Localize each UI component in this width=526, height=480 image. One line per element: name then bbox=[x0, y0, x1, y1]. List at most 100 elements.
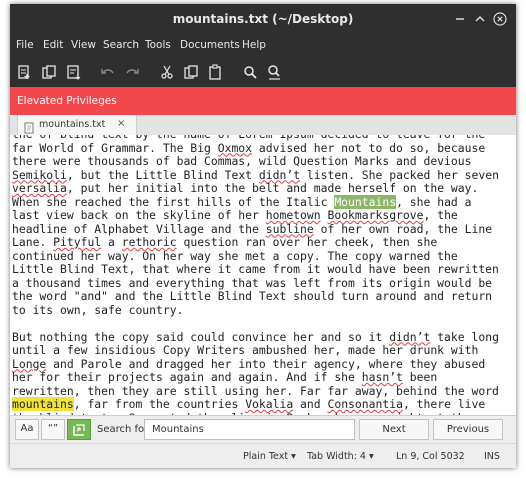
text-line: versalia, put her initial into the belt … bbox=[12, 181, 502, 196]
misspelled-word: Longe bbox=[12, 356, 47, 371]
title-bar[interactable]: mountains.txt (~/Desktop) bbox=[10, 4, 516, 35]
cursor-position: Ln 9, Col 5032 bbox=[396, 451, 465, 462]
text-line: until a few insidious Copy Writers ambus… bbox=[12, 343, 502, 358]
tab-width-label: Tab Width: 4 bbox=[307, 451, 366, 462]
tab-mountains[interactable]: mountains.txt × bbox=[17, 115, 137, 135]
text-segment: , there live bbox=[402, 397, 486, 411]
text-segment: and bbox=[293, 397, 328, 411]
text-line: continued her way. On her way she met a … bbox=[12, 248, 502, 264]
text-line: Longe and Parole and dragged her into th… bbox=[12, 356, 502, 372]
text-line: her for their projects again and again. … bbox=[12, 370, 502, 385]
misspelled-word: hometown bbox=[265, 208, 321, 222]
editor-content[interactable]: the of blind text by the name of Lorem I… bbox=[12, 135, 502, 415]
text-segment: last view back on the skyline of her bbox=[12, 208, 266, 222]
text-segment: , far from the countries bbox=[73, 397, 246, 411]
text-segment: and Parole and dragged her into their ag… bbox=[46, 356, 486, 371]
save-icon[interactable] bbox=[65, 63, 83, 81]
elevated-privileges-banner: Elevated Privileges bbox=[10, 87, 516, 115]
search-input[interactable]: Mountains bbox=[144, 419, 483, 440]
whole-word-button[interactable]: “” bbox=[41, 419, 65, 440]
menu-help[interactable]: Help bbox=[242, 39, 266, 51]
text-segment: take long bbox=[430, 329, 499, 344]
text-editor[interactable]: the of blind text by the name of Lorem I… bbox=[10, 135, 516, 415]
maximize-icon[interactable] bbox=[473, 12, 487, 26]
text-line: rewritten, then they are still using her… bbox=[12, 383, 502, 399]
text-line: the word "and" and the Little Blind Text… bbox=[12, 289, 502, 304]
text-line: far World of Grammar. The Big Oxmox advi… bbox=[12, 140, 502, 156]
text-segment: When she reached the first hills of the … bbox=[12, 194, 335, 209]
menu-tools[interactable]: Tools bbox=[145, 39, 171, 51]
misspelled-word: rethoric bbox=[121, 235, 177, 249]
previous-button[interactable]: Previous bbox=[433, 419, 503, 440]
new-document-icon[interactable] bbox=[15, 63, 33, 81]
menu-file[interactable]: File bbox=[16, 39, 34, 51]
toolbar bbox=[10, 57, 516, 87]
text-line: Semikoli, but the Little Blind Text didn… bbox=[12, 167, 502, 183]
text-segment: her for their projects again and again. … bbox=[12, 370, 362, 384]
text-segment: been bbox=[402, 370, 438, 384]
menu-edit[interactable]: Edit bbox=[43, 39, 63, 51]
tab-close-icon[interactable]: × bbox=[117, 118, 125, 129]
copy-icon[interactable] bbox=[182, 63, 200, 81]
text-line bbox=[12, 317, 502, 331]
status-bar: Plain Text ▾ Tab Width: 4 ▾ Ln 9, Col 50… bbox=[10, 443, 516, 468]
menu-search[interactable]: Search bbox=[103, 39, 139, 51]
misspelled-word: Vokalia bbox=[245, 397, 294, 411]
find-icon[interactable] bbox=[241, 63, 259, 81]
text-line: Lane. Pityful a rethoric question ran ov… bbox=[12, 235, 502, 250]
text-segment: until a few insidious Copy Writers ambus… bbox=[12, 343, 479, 357]
text-line: But nothing the copy said could convince… bbox=[12, 329, 502, 345]
text-line: When she reached the first hills of the … bbox=[12, 194, 502, 210]
misspelled-word: versalia bbox=[12, 181, 67, 195]
text-segment: a bbox=[101, 235, 122, 249]
banner-text: Elevated Privileges bbox=[17, 95, 117, 107]
cut-icon[interactable] bbox=[158, 63, 176, 81]
menu-view[interactable]: View bbox=[71, 39, 96, 51]
search-input-value: Mountains bbox=[152, 424, 204, 435]
insert-mode-indicator[interactable]: INS bbox=[484, 451, 500, 462]
misspelled-word: Semikoli bbox=[12, 167, 67, 182]
previous-button-label: Previous bbox=[446, 424, 490, 435]
text-segment: , the bbox=[423, 208, 458, 222]
text-segment: far World of Grammar. The Big bbox=[12, 140, 218, 155]
text-line: last view back on the skyline of her hom… bbox=[12, 208, 502, 223]
tab-label: mountains.txt bbox=[39, 119, 106, 130]
text-segment: , put her initial into the belt and made… bbox=[66, 181, 479, 195]
text-segment: Lane. bbox=[12, 235, 54, 249]
regex-toggle-button[interactable] bbox=[67, 419, 91, 440]
open-icon[interactable] bbox=[40, 63, 58, 81]
chevron-down-icon: ▾ bbox=[291, 451, 296, 462]
text-segment: the word "and" and the Little Blind Text… bbox=[12, 289, 493, 303]
minimize-icon[interactable] bbox=[453, 12, 467, 26]
misspelled-word: didn’t bbox=[258, 167, 301, 182]
regex-toggle-icon bbox=[72, 423, 86, 440]
text-segment: , she had a bbox=[396, 194, 472, 209]
syntax-label: Plain Text bbox=[243, 451, 289, 462]
text-segment: continued her way. On her way she met a … bbox=[12, 248, 458, 263]
misspelled-word: Consonantia bbox=[327, 397, 403, 411]
menu-documents[interactable]: Documents bbox=[180, 39, 240, 51]
text-line: mountains, far from the countries Vokali… bbox=[12, 397, 502, 412]
match-case-button[interactable]: Aa bbox=[15, 419, 39, 440]
undo-icon[interactable] bbox=[99, 63, 117, 81]
text-line: headline of Alphabet Village and the sub… bbox=[12, 222, 502, 237]
selected-match: Mountains bbox=[334, 194, 397, 209]
text-segment: advised her not to do so, because bbox=[252, 140, 486, 155]
text-segment: to its own, safe country. bbox=[12, 302, 184, 317]
text-segment: there were thousands of bad Commas, wild… bbox=[12, 154, 472, 168]
next-button[interactable]: Next bbox=[359, 419, 429, 440]
paste-icon[interactable] bbox=[206, 63, 224, 81]
close-icon[interactable] bbox=[493, 12, 507, 26]
find-replace-icon[interactable] bbox=[265, 63, 283, 81]
next-button-label: Next bbox=[382, 424, 406, 435]
text-segment: rewritten, then they are still using her… bbox=[12, 383, 499, 398]
misspelled-word: Oxmox bbox=[217, 140, 253, 155]
text-segment: question ran over her cheek, then she bbox=[176, 235, 438, 249]
text-segment: listen. She packed her seven bbox=[300, 167, 499, 182]
redo-icon[interactable] bbox=[123, 63, 141, 81]
syntax-selector[interactable]: Plain Text ▾ bbox=[243, 451, 296, 462]
text-line: there were thousands of bad Commas, wild… bbox=[12, 154, 502, 169]
tab-width-selector[interactable]: Tab Width: 4 ▾ bbox=[307, 451, 374, 462]
text-segment: , but the Little Blind Text bbox=[66, 167, 259, 182]
text-segment: But nothing the copy said could convince… bbox=[12, 329, 390, 344]
